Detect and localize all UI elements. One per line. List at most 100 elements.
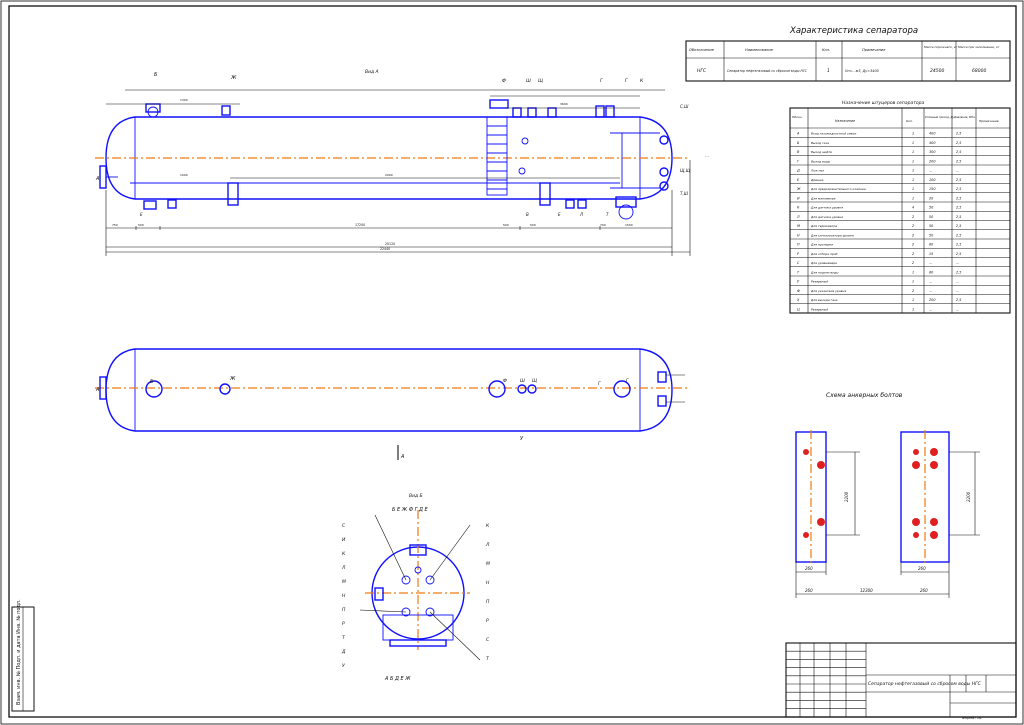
label-a: А [95, 176, 100, 182]
top-label-u: У [520, 436, 524, 442]
nozzle-cell-dn: … [929, 289, 932, 293]
nozzle-cell-pn: 2,5 [956, 252, 961, 256]
label-t: Т [606, 212, 609, 217]
view-b-left-letter: Н [342, 593, 346, 599]
side-label: А [400, 454, 405, 460]
view-b-left-letter: И [342, 537, 346, 543]
nozzle-cell-dn: 400 [929, 141, 935, 145]
dim-small-9: 1000 [180, 173, 188, 177]
view-b-left-letter: Т [342, 635, 346, 641]
nozzle-cell-dn: 80 [929, 243, 933, 247]
label-f: Ф [502, 78, 506, 84]
top-label-f: Ф [503, 378, 507, 384]
bolt-hole-12 [930, 531, 938, 539]
bolt-dim-bottom2: 260 [920, 588, 928, 593]
nozzle-cell-qty: 1 [912, 150, 914, 154]
nozzle-cell-id: М [797, 224, 800, 228]
nozzle-cell-name: Люк-лаз [810, 169, 824, 173]
top-label-shch: Щ [532, 378, 537, 384]
marker-right: … [705, 153, 709, 158]
nozzle-cell-dn: 80 [929, 270, 933, 274]
label-l: Л [579, 212, 583, 217]
nozzle-cell-id: Р [797, 252, 800, 256]
nozzle-cell-pn: 2,5 [956, 159, 961, 163]
bolt-hole-5 [913, 449, 919, 455]
nozzle-cell-pn: 2,5 [956, 196, 961, 200]
nozzle-cell-dn: 200 [929, 298, 935, 302]
nozzle-cell-dn: 15 [929, 252, 933, 256]
nozzle-header-3: Условный проход, Ду [925, 115, 955, 119]
bolt-hole-6 [930, 448, 938, 456]
bolt-dim-bottom1: 260 [805, 588, 813, 593]
spec-header-5: Масса при заполнении, кг [958, 45, 1000, 49]
view-b-bottom: А Б Д Е Ж [384, 676, 411, 682]
nozzle-cell-dn: 50 [929, 233, 933, 237]
nozzle-cell-id: Б [797, 141, 800, 145]
nozzle-cell-name: Для подачи воды [810, 270, 839, 274]
view-b-right-letter: М [486, 561, 490, 567]
spec-header-2: Кол. [822, 48, 830, 52]
nozzle-cell-name: Резервный [811, 307, 828, 311]
bolt-scheme: 2200 2200 260 260 12300 260 260 [795, 430, 980, 598]
nozzle-cell-qty: 1 [912, 307, 914, 311]
top-label-a: А [95, 387, 100, 393]
dim-overall: 22440 [380, 247, 390, 251]
view-a-label: Вид А [365, 69, 379, 75]
spec-cell-1: Сепаратор нефтегазовый со сбросом воды Н… [727, 69, 808, 73]
nozzle-cell-pn: 2,5 [956, 187, 961, 191]
view-b-right-letter: П [486, 599, 490, 605]
nozzle-cell-qty: 2 [912, 243, 914, 247]
nozzle-cell-id: В [797, 150, 800, 154]
nozzle-cell-id: У [797, 280, 800, 284]
nozzle-cell-dn: 150 [929, 187, 935, 191]
bolt-hole-1 [803, 449, 809, 455]
nozzle-cell-qty: 2 [912, 215, 914, 219]
nozzle-cell-qty: 1 [912, 196, 914, 200]
nozzle-cell-id: Е [797, 178, 800, 182]
nozzle-cell-qty: 1 [912, 159, 914, 163]
label-shch: Щ [538, 78, 543, 84]
nozzle-cell-id: К [797, 206, 800, 210]
bolt-hole-7 [912, 461, 920, 469]
spec-cell-3: Vн=…м3, Ду=3400 [845, 69, 879, 73]
nozzle-cell-pn: 2,5 [956, 298, 961, 302]
view-b-left-letter: У [342, 663, 345, 669]
label-right-1: С,Ш [680, 104, 689, 109]
bolt-hole-9 [912, 518, 920, 526]
dim-small-4: 500 [503, 223, 509, 227]
top-label-sh: Ш [520, 378, 525, 384]
nozzle-cell-dn: … [929, 169, 932, 173]
nozzle-table-title: Назначение штуцеров сепаратора [842, 100, 924, 106]
nozzle-cell-name: Для указателя уровня [810, 289, 846, 293]
drawing-title: Характеристика сепаратора [789, 26, 918, 36]
nozzle-cell-pn: … [956, 280, 959, 284]
bolt-dim-a: 2200 [844, 491, 849, 502]
stamp-text: Сепаратор нефтегазовый со сбросом воды Н… [868, 681, 982, 687]
nozzle-cell-dn: … [929, 261, 932, 265]
bolt-hole-2 [817, 461, 825, 469]
nozzle-cell-dn: 400 [929, 132, 935, 136]
nozzle-cell-pn: … [956, 261, 959, 265]
nozzle-cell-id: Х [796, 298, 800, 302]
view-b-left-letter: Д [341, 649, 346, 655]
nozzle-cell-id: Г [797, 159, 800, 163]
nozzle-cell-name: Для уровнемера [810, 261, 837, 265]
nozzle-cell-qty: 4 [912, 206, 914, 210]
nozzle-cell-qty: 1 [912, 280, 914, 284]
nozzle-cell-qty: 2 [912, 252, 914, 256]
nozzle-cell-qty: 1 [912, 132, 914, 136]
spec-cell-4: 24500 [930, 68, 944, 74]
view-b-left-letter: Р [342, 621, 345, 627]
dim-shell: 17200 [355, 223, 365, 227]
top-label-zh: Ж [229, 376, 236, 382]
nozzle-cell-name: Выход воды [811, 159, 831, 163]
nozzle-cell-pn: 2,5 [956, 224, 961, 228]
view-b-right-letter: Л [485, 542, 490, 548]
view-b-left-letter: П [342, 607, 346, 613]
nozzle-cell-dn: 300 [929, 150, 935, 154]
view-b-right-letter: С [486, 637, 490, 643]
nozzle-cell-pn: 2,5 [956, 150, 961, 154]
top-label-g1: Г [598, 381, 601, 387]
view-b-right-letter: Т [486, 656, 490, 662]
drawing-sheet: Взам. инв. № Подп. и дата Инв. № подл. Х… [0, 0, 1024, 725]
